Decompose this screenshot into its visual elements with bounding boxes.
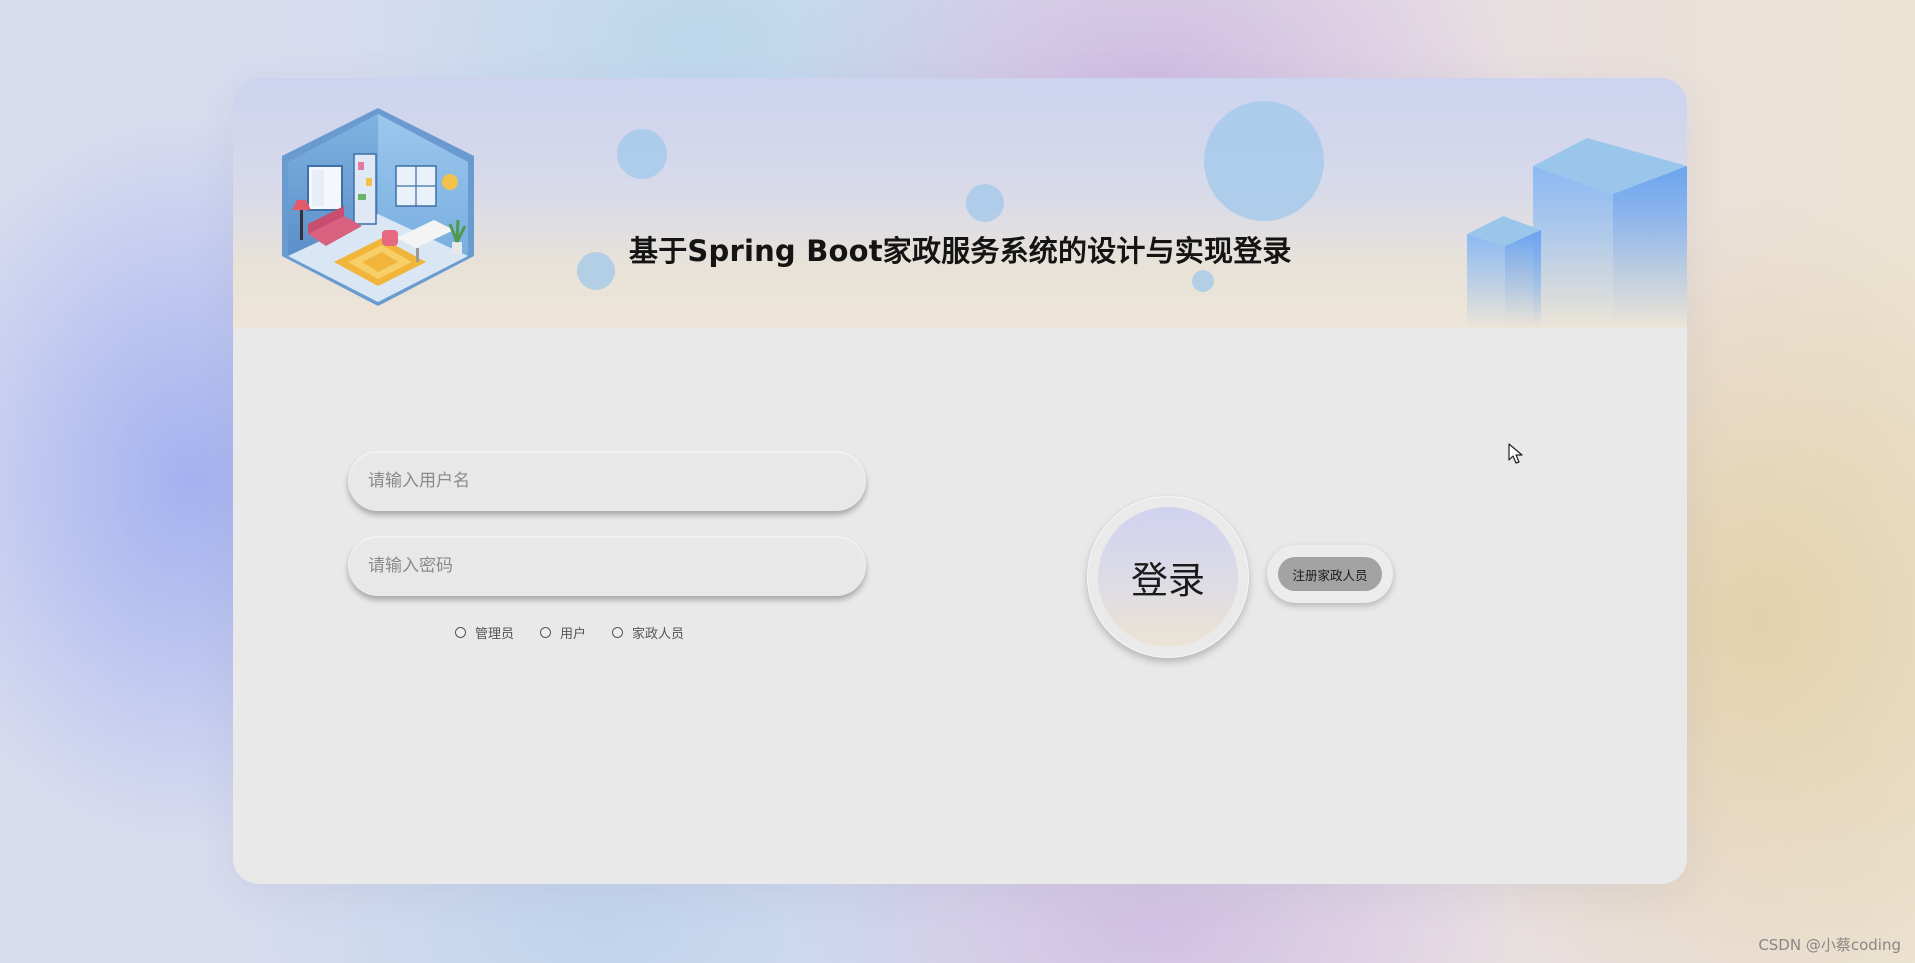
role-label: 用户 <box>560 627 587 642</box>
role-radio-group: 管理员 用户 家政人员 <box>455 623 710 642</box>
decor-bubble <box>577 252 615 290</box>
role-option-user[interactable]: 用户 <box>540 623 586 642</box>
watermark: CSDN @小蔡coding <box>1758 936 1901 954</box>
role-option-admin[interactable]: 管理员 <box>455 623 514 642</box>
radio-circle-icon[interactable] <box>455 627 466 638</box>
register-housekeeper-button[interactable]: 注册家政人员 <box>1278 557 1382 591</box>
decor-bubble <box>1204 101 1324 221</box>
cubes-decoration <box>1467 138 1687 328</box>
role-label: 管理员 <box>475 627 515 642</box>
register-button-ring[interactable]: 注册家政人员 <box>1267 545 1393 603</box>
decor-bubble <box>966 184 1004 222</box>
room-illustration <box>282 108 474 306</box>
header-banner: 基于Spring Boot家政服务系统的设计与实现登录 <box>233 78 1687 328</box>
role-label: 家政人员 <box>632 627 685 642</box>
login-card: 基于Spring Boot家政服务系统的设计与实现登录 管理员 用户 家政人员 … <box>233 78 1687 884</box>
login-button[interactable]: 登录 <box>1098 507 1238 647</box>
radio-circle-icon[interactable] <box>540 627 552 638</box>
page-title: 基于Spring Boot家政服务系统的设计与实现登录 <box>629 234 1292 268</box>
decor-bubble <box>1192 270 1214 292</box>
role-option-housekeeper[interactable]: 家政人员 <box>612 623 684 642</box>
mouse-pointer-icon <box>1508 443 1523 464</box>
username-input[interactable] <box>348 451 866 511</box>
password-input[interactable] <box>348 536 866 596</box>
login-button-ring[interactable]: 登录 <box>1087 496 1249 658</box>
radio-circle-icon[interactable] <box>612 627 624 638</box>
decor-bubble <box>617 129 667 179</box>
